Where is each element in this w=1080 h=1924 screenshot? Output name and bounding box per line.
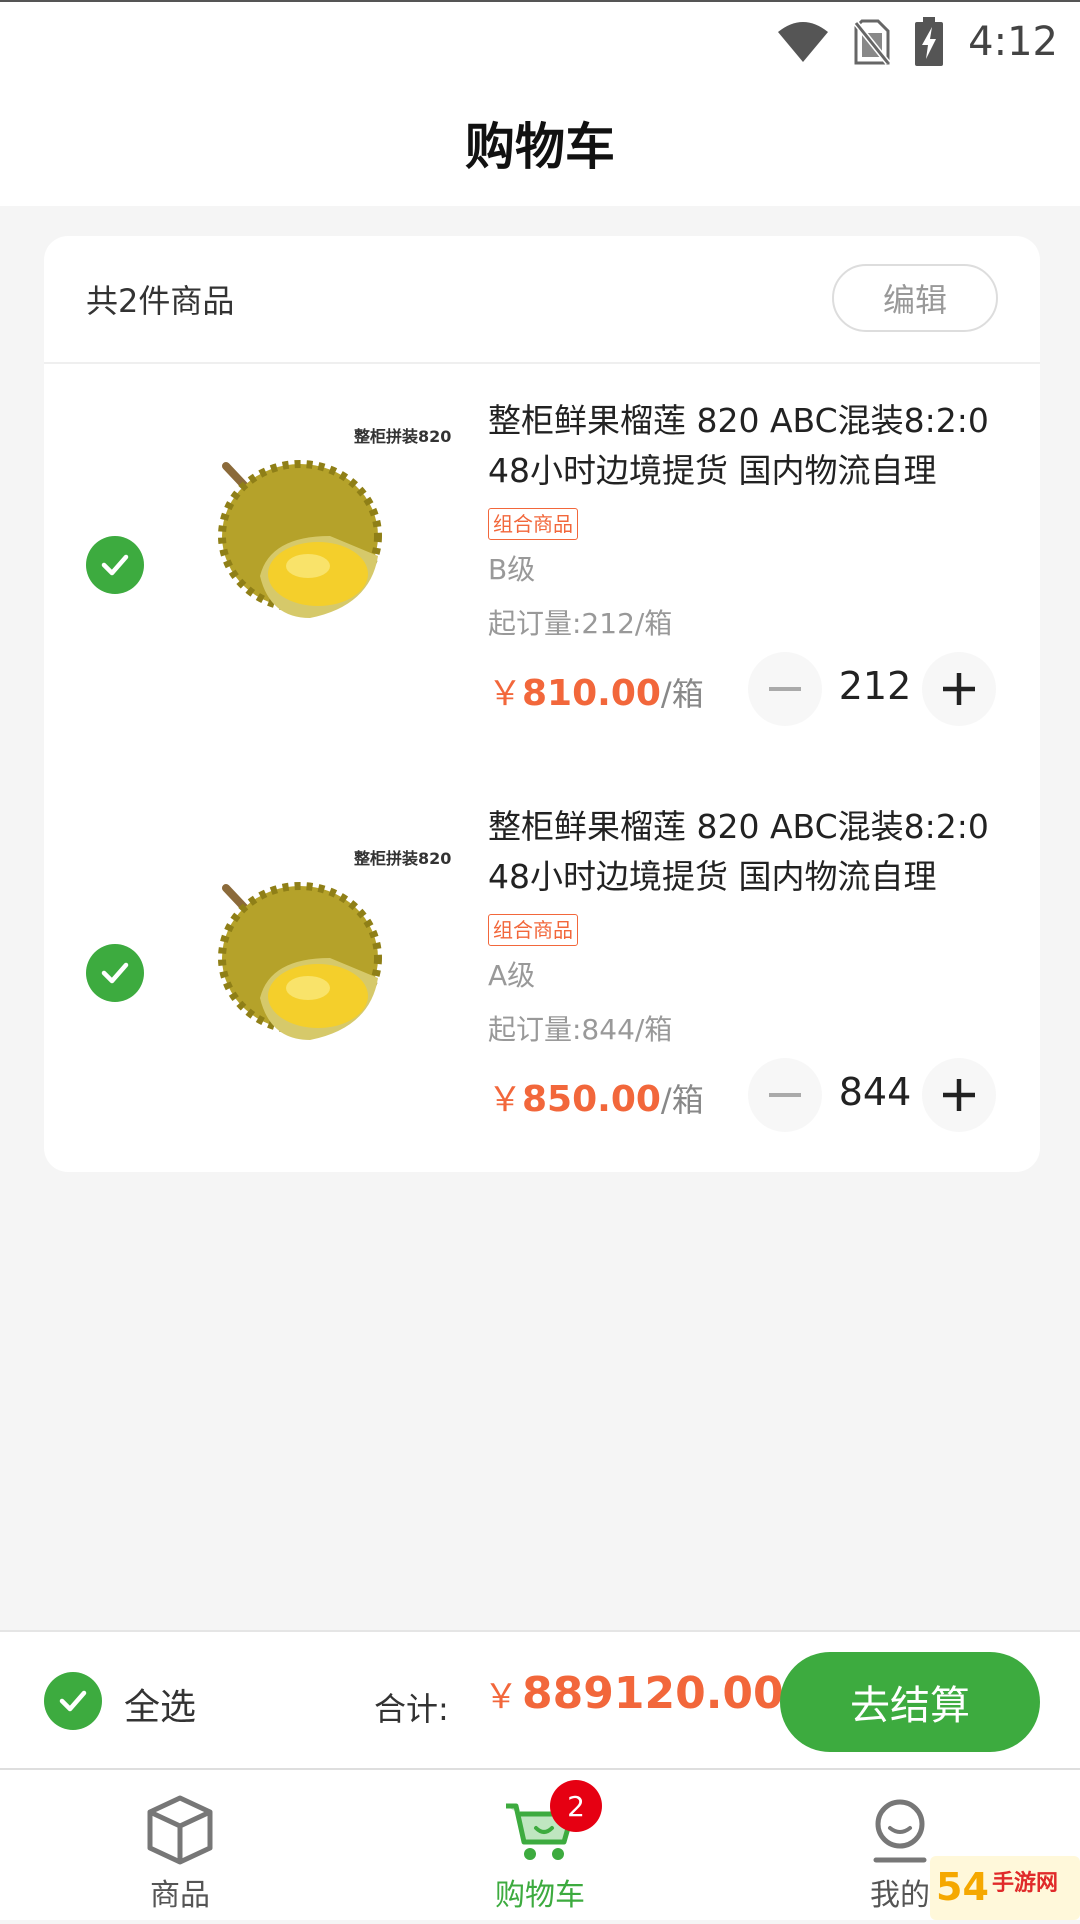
- total-amount: ￥889120.00: [484, 1668, 784, 1719]
- durian-image: 整柜拼装820: [218, 427, 451, 618]
- price-currency: ￥: [488, 674, 522, 714]
- check-icon: [101, 962, 129, 984]
- durian-image: 整柜拼装820: [218, 849, 451, 1040]
- total-currency: ￥: [484, 1677, 518, 1717]
- watermark-logo: 54 手游网: [930, 1850, 1080, 1920]
- minus-icon: [769, 687, 801, 691]
- item-checkbox[interactable]: [86, 944, 144, 1002]
- check-icon: [101, 554, 129, 576]
- wifi-icon: [778, 22, 829, 62]
- checkout-bar: 全选 合计: ￥889120.00 去结算: [0, 1630, 1080, 1768]
- edit-button[interactable]: 编辑: [832, 264, 998, 332]
- price-unit: /箱: [660, 1081, 704, 1119]
- item-grade: B级: [488, 553, 536, 586]
- item-grade: A级: [488, 959, 536, 992]
- price-value: 850.00: [522, 1079, 661, 1120]
- item-checkbox[interactable]: [86, 536, 144, 594]
- quantity-decrease-button[interactable]: [748, 652, 822, 726]
- check-icon: [59, 1690, 87, 1712]
- item-min-order: 起订量:844/箱: [488, 1013, 673, 1046]
- cart-item: 整柜拼装820 整柜鲜果榴莲 820 ABC混装8:2:0 48小时边境提货 国…: [44, 396, 1040, 796]
- item-title[interactable]: 整柜鲜果榴莲 820 ABC混装8:2:0 48小时边境提货 国内物流自理: [488, 802, 1018, 902]
- image-caption: 整柜拼装820: [353, 849, 451, 868]
- plus-icon: [943, 673, 975, 705]
- tab-products[interactable]: 商品: [30, 1770, 330, 1922]
- status-time: 4:12: [968, 19, 1058, 65]
- box-icon: [147, 1795, 213, 1865]
- item-price: ￥850.00/箱: [488, 1072, 704, 1121]
- select-all-label[interactable]: 全选: [124, 1678, 196, 1730]
- tab-label: 购物车: [495, 1878, 585, 1913]
- plus-icon: [943, 1079, 975, 1111]
- battery-charging-icon: [915, 17, 944, 66]
- cart-header: 共2件商品 编辑: [44, 236, 1040, 364]
- product-image[interactable]: 整柜拼装820: [200, 406, 470, 656]
- tab-cart[interactable]: 购物车: [390, 1770, 690, 1922]
- status-icons: 4:12: [776, 14, 1058, 70]
- cart-item: 整柜拼装820 整柜鲜果榴莲 820 ABC混装8:2:0 48小时边境提货 国…: [44, 802, 1040, 1202]
- tab-bar: 商品 购物车 2 我的: [0, 1768, 1080, 1920]
- no-sim-icon: [854, 19, 891, 65]
- title-bar: 购物车: [0, 80, 1080, 206]
- quantity-value[interactable]: 212: [834, 664, 916, 708]
- image-caption: 整柜拼装820: [353, 427, 451, 446]
- total-value: 889120.00: [522, 1668, 784, 1719]
- quantity-decrease-button[interactable]: [748, 1058, 822, 1132]
- cart-card: 共2件商品 编辑 整柜拼装820 整柜鲜果榴莲 820 ABC混装8:2:0 4…: [44, 236, 1040, 1172]
- item-tag: 组合商品: [488, 914, 578, 946]
- item-title[interactable]: 整柜鲜果榴莲 820 ABC混装8:2:0 48小时边境提货 国内物流自理: [488, 396, 1018, 496]
- page-title: 购物车: [465, 118, 615, 176]
- item-count: 共2件商品: [86, 282, 235, 320]
- quantity-increase-button[interactable]: [922, 652, 996, 726]
- item-tag: 组合商品: [488, 508, 578, 540]
- status-bar: 4:12: [0, 0, 1080, 80]
- item-price: ￥810.00/箱: [488, 666, 704, 715]
- quantity-value[interactable]: 844: [834, 1070, 916, 1114]
- checkout-button[interactable]: 去结算: [780, 1652, 1040, 1752]
- tab-label: 商品: [150, 1878, 210, 1913]
- svg-text:手游网: 手游网: [992, 1870, 1058, 1896]
- select-all-checkbox[interactable]: [44, 1672, 102, 1730]
- profile-icon: [873, 1799, 927, 1863]
- minus-icon: [769, 1093, 801, 1097]
- total-label: 合计:: [374, 1690, 449, 1728]
- product-image[interactable]: 整柜拼装820: [200, 828, 470, 1078]
- quantity-increase-button[interactable]: [922, 1058, 996, 1132]
- price-value: 810.00: [522, 673, 661, 714]
- svg-text:54: 54: [936, 1865, 989, 1909]
- price-currency: ￥: [488, 1080, 522, 1120]
- price-unit: /箱: [660, 675, 704, 713]
- cart-badge: 2: [550, 1780, 602, 1832]
- item-min-order: 起订量:212/箱: [488, 607, 673, 640]
